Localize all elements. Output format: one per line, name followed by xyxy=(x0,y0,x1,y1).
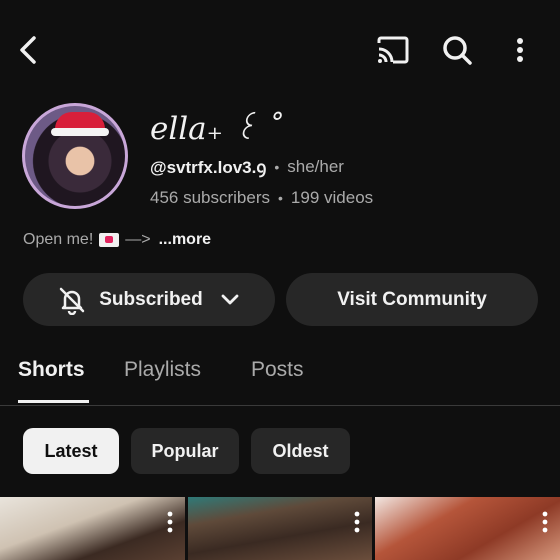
back-arrow-icon[interactable] xyxy=(12,30,44,70)
more-vertical-icon[interactable] xyxy=(542,511,548,533)
filter-chip-popular[interactable]: Popular xyxy=(131,428,239,474)
santa-hat-band xyxy=(51,128,109,136)
more-vertical-icon[interactable] xyxy=(506,30,534,70)
separator-dot: • xyxy=(278,190,283,206)
tab-shorts[interactable]: Shorts xyxy=(18,358,85,382)
channel-description[interactable]: Open me! —> ...more xyxy=(23,231,211,249)
channel-pronouns: she/her xyxy=(287,156,344,176)
subscribed-button[interactable]: Subscribed xyxy=(23,273,275,326)
visit-community-label: Visit Community xyxy=(337,288,487,310)
separator-dot: • xyxy=(274,158,280,175)
short-thumbnail[interactable] xyxy=(188,497,372,560)
visit-community-button[interactable]: Visit Community xyxy=(286,273,538,326)
handle-row: @svtrfx.lov3.ꝯ • she/her xyxy=(150,155,344,178)
love-letter-icon xyxy=(99,233,120,247)
cast-icon[interactable] xyxy=(374,32,412,68)
more-link[interactable]: ...more xyxy=(159,231,211,249)
search-icon[interactable] xyxy=(438,30,476,70)
avatar-photo xyxy=(25,106,125,206)
channel-avatar[interactable] xyxy=(22,103,128,209)
stats-row: 456 subscribers • 199 videos xyxy=(150,188,373,208)
chevron-down-icon xyxy=(221,294,239,304)
subscriber-count: 456 subscribers xyxy=(150,188,271,207)
tab-playlists[interactable]: Playlists xyxy=(124,358,201,382)
subscribed-label: Subscribed xyxy=(99,288,203,310)
more-vertical-icon[interactable] xyxy=(354,511,360,533)
channel-name: ella₊ ꒰ ˚ xyxy=(150,111,283,147)
description-arrow: —> xyxy=(125,231,151,248)
channel-tabs: Shorts Playlists Posts xyxy=(0,350,560,406)
description-text: Open me! xyxy=(23,231,94,248)
bell-off-icon xyxy=(60,287,85,315)
more-vertical-icon[interactable] xyxy=(167,511,173,533)
channel-handle: @svtrfx.lov3.ꝯ xyxy=(150,158,267,177)
tab-posts[interactable]: Posts xyxy=(251,358,304,382)
top-app-bar xyxy=(0,0,560,100)
video-count: 199 videos xyxy=(290,188,374,207)
short-thumbnail[interactable] xyxy=(0,497,185,560)
short-thumbnail[interactable] xyxy=(375,497,560,560)
filter-chip-oldest[interactable]: Oldest xyxy=(251,428,350,474)
active-tab-indicator xyxy=(18,400,89,403)
filter-chip-latest[interactable]: Latest xyxy=(23,428,119,474)
